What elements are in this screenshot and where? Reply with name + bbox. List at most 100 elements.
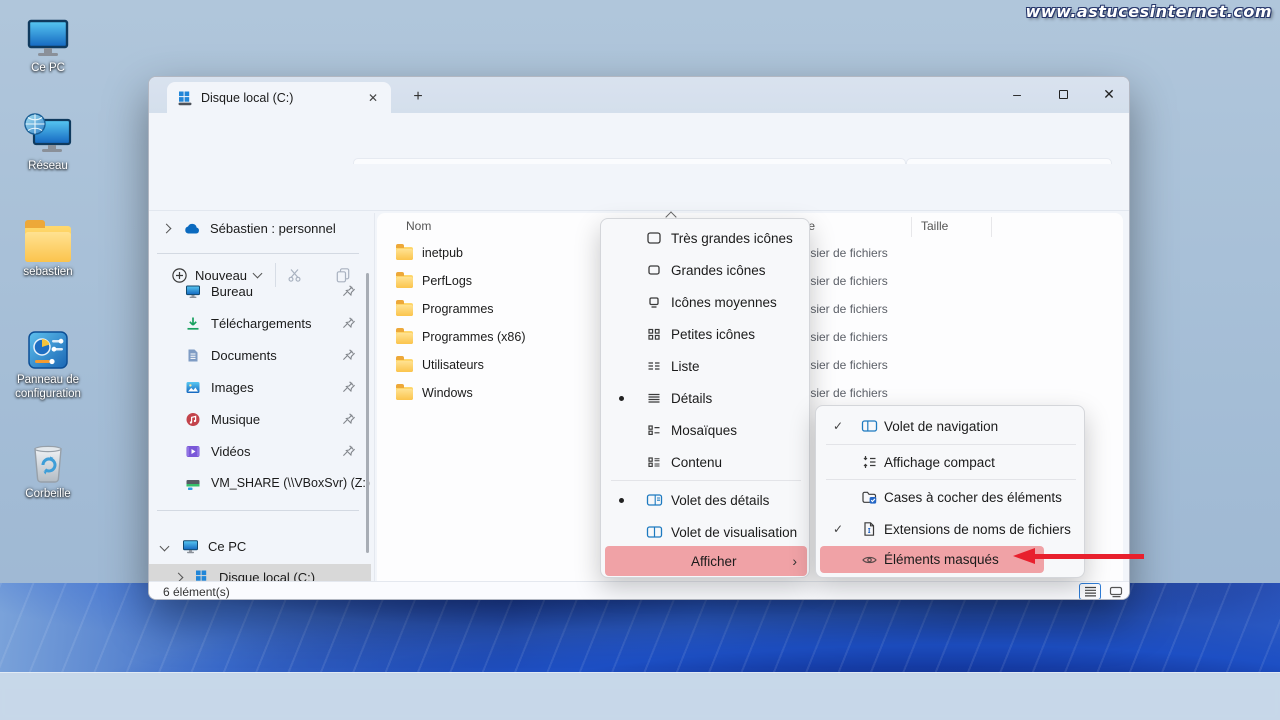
sidebar-item-images[interactable]: Images xyxy=(149,372,371,402)
pin-icon xyxy=(343,381,355,393)
desktop-icon-this-pc[interactable]: Ce PC xyxy=(0,18,96,76)
maximize-button[interactable] xyxy=(1041,77,1085,111)
pictures-icon xyxy=(186,381,200,393)
pin-icon xyxy=(343,317,355,329)
desktop-icon-label: sebastien xyxy=(23,266,73,278)
sidebar-item-label: Documents xyxy=(211,347,277,363)
tab-bar: Disque local (C:) ✕ + – ✕ xyxy=(149,77,1129,113)
sidebar-item-bureau[interactable]: Bureau xyxy=(149,276,371,306)
submenu-item-file-extensions[interactable]: ✓ Extensions de noms de fichiers xyxy=(820,513,1082,545)
sidebar-item-network-drive[interactable]: VM_SHARE (\\VBoxSvr) (Z:) xyxy=(149,468,371,498)
sidebar-item-this-pc[interactable]: Ce PC xyxy=(149,531,371,561)
address-bar-row: ← → ↑ › Ce PC › Disque local (C:) › xyxy=(149,113,1129,190)
menu-item-details[interactable]: Détails xyxy=(605,382,807,414)
file-name: Programmes (x86) xyxy=(422,330,526,344)
file-name: Programmes xyxy=(422,302,494,316)
control-panel-icon xyxy=(28,331,68,369)
chevron-right-icon: › xyxy=(792,553,797,569)
sidebar-item-label: Vidéos xyxy=(211,443,251,459)
minimize-button[interactable]: – xyxy=(995,77,1039,111)
menu-item-list[interactable]: Liste xyxy=(605,350,807,382)
download-icon xyxy=(187,317,199,330)
folder-icon xyxy=(396,299,413,316)
submenu-item-hidden-items[interactable]: Éléments masqués xyxy=(820,546,1044,573)
menu-item-small-icons[interactable]: Petites icônes xyxy=(605,318,807,350)
pin-icon xyxy=(343,445,355,457)
tab-close-icon[interactable]: ✕ xyxy=(365,91,381,105)
medium-icons-icon xyxy=(645,294,663,310)
small-icons-icon xyxy=(645,326,663,342)
pin-icon xyxy=(343,285,355,297)
sidebar-item-videos[interactable]: Vidéos xyxy=(149,436,371,466)
submenu-item-navigation-pane[interactable]: ✓ Volet de navigation xyxy=(820,410,1082,442)
pane-divider xyxy=(374,213,375,581)
sidebar-separator xyxy=(157,253,359,254)
menu-item-medium-icons[interactable]: Icônes moyennes xyxy=(605,286,807,318)
desktop-icon-network[interactable]: Réseau xyxy=(0,112,96,174)
compact-view-icon xyxy=(860,454,878,470)
menu-item-extra-large-icons[interactable]: Très grandes icônes xyxy=(605,222,807,254)
menu-item-details-pane[interactable]: Volet des détails xyxy=(605,484,807,516)
document-icon xyxy=(188,349,198,361)
tab-title: Disque local (C:) xyxy=(201,90,294,105)
sidebar-item-label: Bureau xyxy=(211,283,253,299)
desktop-icon-recycle-bin[interactable]: Corbeille xyxy=(0,444,96,502)
chevron-right-icon xyxy=(161,223,172,233)
menu-item-content[interactable]: Contenu xyxy=(605,446,807,478)
menu-item-preview-pane[interactable]: Volet de visualisation xyxy=(605,516,807,548)
pin-icon xyxy=(343,413,355,425)
annotation-arrow-head xyxy=(1013,548,1035,564)
close-button[interactable]: ✕ xyxy=(1087,77,1129,111)
computer-icon xyxy=(183,539,198,553)
new-tab-button[interactable]: + xyxy=(405,85,431,109)
icons-view-toggle[interactable] xyxy=(1105,583,1127,599)
desktop-icon-label: Panneau de configuration xyxy=(15,374,81,401)
extra-large-icons-icon xyxy=(645,230,663,246)
sidebar-scrollbar[interactable] xyxy=(366,273,369,553)
menu-item-tiles[interactable]: Mosaïques xyxy=(605,414,807,446)
column-header-size[interactable]: Taille xyxy=(921,219,948,233)
annotation-arrow-shaft xyxy=(1034,554,1144,559)
status-bar: 6 élément(s) xyxy=(149,581,1129,599)
sidebar-item-onedrive[interactable]: Sébastien : personnel xyxy=(149,213,371,243)
desktop-icon-sebastien[interactable]: sebastien xyxy=(0,220,96,280)
menu-item-large-icons[interactable]: Grandes icônes xyxy=(605,254,807,286)
navigation-pane-icon xyxy=(860,418,878,434)
selected-bullet xyxy=(619,497,624,503)
menu-separator xyxy=(826,444,1076,445)
sidebar-separator xyxy=(157,510,359,511)
details-view-icon xyxy=(645,390,663,406)
sidebar-item-label: Téléchargements xyxy=(211,315,312,331)
submenu-item-compact-view[interactable]: Affichage compact xyxy=(820,446,1082,478)
folder-icon xyxy=(396,355,413,372)
large-icons-icon xyxy=(645,262,663,278)
watermark: www.astucesinternet.com xyxy=(1025,2,1272,21)
details-view-toggle[interactable] xyxy=(1079,583,1101,599)
tiles-view-icon xyxy=(645,422,663,438)
submenu-item-item-checkboxes[interactable]: Cases à cocher des éléments xyxy=(820,481,1082,513)
sidebar-item-documents[interactable]: Documents xyxy=(149,340,371,370)
checkbox-folder-icon xyxy=(860,489,878,505)
tab-local-disk[interactable]: Disque local (C:) ✕ xyxy=(167,82,391,113)
folder-icon xyxy=(396,243,413,260)
folder-icon xyxy=(396,271,413,288)
eye-icon xyxy=(860,553,878,567)
column-header-name[interactable]: Nom xyxy=(406,219,431,233)
selected-bullet xyxy=(619,395,624,401)
check-icon: ✓ xyxy=(833,522,844,536)
check-icon: ✓ xyxy=(833,419,844,433)
maximize-icon xyxy=(1058,89,1068,99)
preview-pane-icon xyxy=(645,524,663,540)
sidebar-item-telechargements[interactable]: Téléchargements xyxy=(149,308,371,338)
details-pane-icon xyxy=(645,492,663,508)
menu-item-show-submenu[interactable]: Afficher › xyxy=(605,546,807,576)
column-divider[interactable] xyxy=(991,217,992,237)
folder-icon xyxy=(396,383,413,400)
column-divider[interactable] xyxy=(911,217,912,237)
folder-icon xyxy=(396,327,413,344)
desktop-icon-control-panel[interactable]: Panneau de configuration xyxy=(0,330,96,402)
desktop-icon-label: Réseau xyxy=(28,160,68,172)
list-view-icon xyxy=(645,358,663,374)
sidebar-item-musique[interactable]: Musique xyxy=(149,404,371,434)
music-icon xyxy=(186,412,200,426)
